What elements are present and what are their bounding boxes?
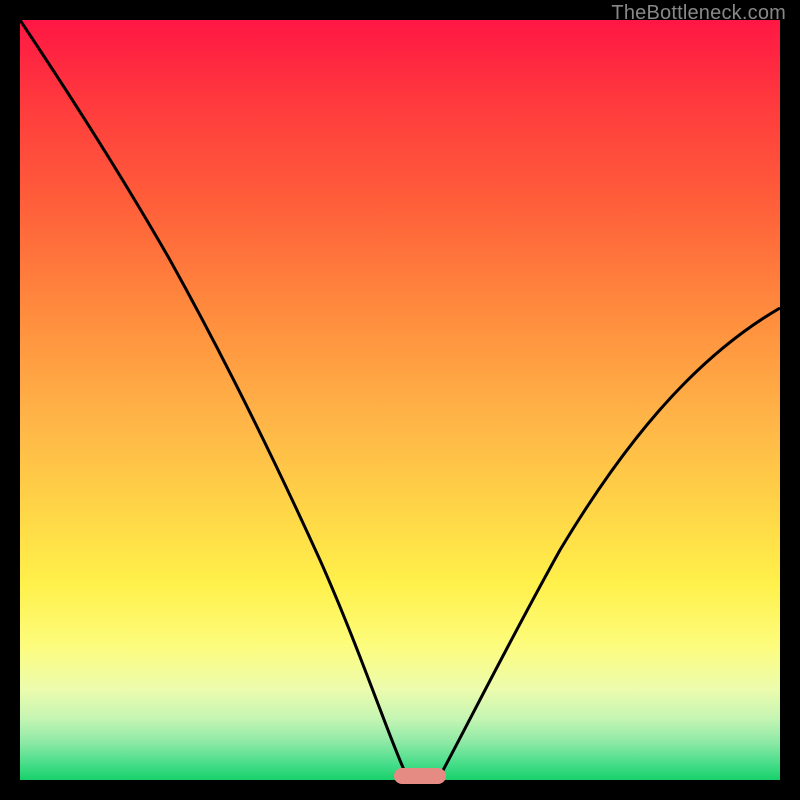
optimum-marker — [394, 768, 446, 784]
watermark-text: TheBottleneck.com — [611, 2, 786, 25]
plot-area — [20, 20, 780, 780]
